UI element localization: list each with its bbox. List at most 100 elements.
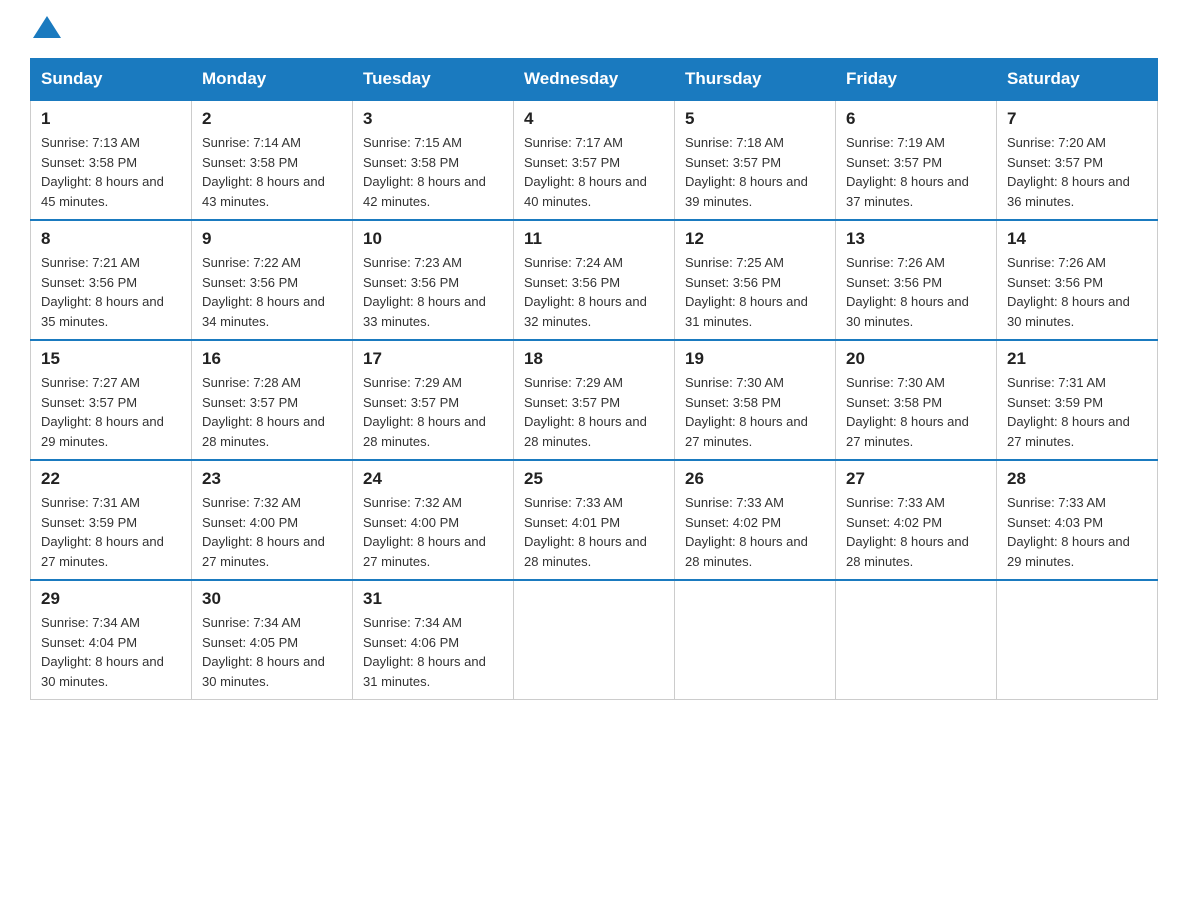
day-number: 25 xyxy=(524,469,664,489)
calendar-cell xyxy=(514,580,675,700)
week-row-3: 15 Sunrise: 7:27 AMSunset: 3:57 PMDaylig… xyxy=(31,340,1158,460)
day-info: Sunrise: 7:14 AMSunset: 3:58 PMDaylight:… xyxy=(202,135,325,209)
logo-blue-part xyxy=(30,20,63,38)
day-info: Sunrise: 7:26 AMSunset: 3:56 PMDaylight:… xyxy=(1007,255,1130,329)
day-info: Sunrise: 7:19 AMSunset: 3:57 PMDaylight:… xyxy=(846,135,969,209)
day-number: 21 xyxy=(1007,349,1147,369)
day-info: Sunrise: 7:30 AMSunset: 3:58 PMDaylight:… xyxy=(685,375,808,449)
calendar-cell: 11 Sunrise: 7:24 AMSunset: 3:56 PMDaylig… xyxy=(514,220,675,340)
calendar-cell: 15 Sunrise: 7:27 AMSunset: 3:57 PMDaylig… xyxy=(31,340,192,460)
day-info: Sunrise: 7:32 AMSunset: 4:00 PMDaylight:… xyxy=(202,495,325,569)
calendar-cell: 28 Sunrise: 7:33 AMSunset: 4:03 PMDaylig… xyxy=(997,460,1158,580)
day-info: Sunrise: 7:28 AMSunset: 3:57 PMDaylight:… xyxy=(202,375,325,449)
day-number: 2 xyxy=(202,109,342,129)
day-info: Sunrise: 7:18 AMSunset: 3:57 PMDaylight:… xyxy=(685,135,808,209)
calendar-cell: 21 Sunrise: 7:31 AMSunset: 3:59 PMDaylig… xyxy=(997,340,1158,460)
weekday-header-sunday: Sunday xyxy=(31,59,192,101)
day-info: Sunrise: 7:17 AMSunset: 3:57 PMDaylight:… xyxy=(524,135,647,209)
day-info: Sunrise: 7:15 AMSunset: 3:58 PMDaylight:… xyxy=(363,135,486,209)
day-info: Sunrise: 7:29 AMSunset: 3:57 PMDaylight:… xyxy=(524,375,647,449)
day-info: Sunrise: 7:31 AMSunset: 3:59 PMDaylight:… xyxy=(41,495,164,569)
day-number: 24 xyxy=(363,469,503,489)
page-header xyxy=(30,20,1158,38)
day-number: 9 xyxy=(202,229,342,249)
calendar-cell: 4 Sunrise: 7:17 AMSunset: 3:57 PMDayligh… xyxy=(514,100,675,220)
day-number: 28 xyxy=(1007,469,1147,489)
day-info: Sunrise: 7:27 AMSunset: 3:57 PMDaylight:… xyxy=(41,375,164,449)
day-info: Sunrise: 7:23 AMSunset: 3:56 PMDaylight:… xyxy=(363,255,486,329)
weekday-header-row: SundayMondayTuesdayWednesdayThursdayFrid… xyxy=(31,59,1158,101)
day-info: Sunrise: 7:25 AMSunset: 3:56 PMDaylight:… xyxy=(685,255,808,329)
day-info: Sunrise: 7:26 AMSunset: 3:56 PMDaylight:… xyxy=(846,255,969,329)
calendar-cell: 16 Sunrise: 7:28 AMSunset: 3:57 PMDaylig… xyxy=(192,340,353,460)
calendar-cell xyxy=(836,580,997,700)
calendar-cell: 1 Sunrise: 7:13 AMSunset: 3:58 PMDayligh… xyxy=(31,100,192,220)
day-info: Sunrise: 7:32 AMSunset: 4:00 PMDaylight:… xyxy=(363,495,486,569)
logo xyxy=(30,20,63,38)
calendar-cell: 25 Sunrise: 7:33 AMSunset: 4:01 PMDaylig… xyxy=(514,460,675,580)
day-info: Sunrise: 7:31 AMSunset: 3:59 PMDaylight:… xyxy=(1007,375,1130,449)
day-number: 6 xyxy=(846,109,986,129)
day-number: 12 xyxy=(685,229,825,249)
day-info: Sunrise: 7:34 AMSunset: 4:06 PMDaylight:… xyxy=(363,615,486,689)
day-number: 16 xyxy=(202,349,342,369)
day-number: 11 xyxy=(524,229,664,249)
day-info: Sunrise: 7:24 AMSunset: 3:56 PMDaylight:… xyxy=(524,255,647,329)
day-number: 17 xyxy=(363,349,503,369)
week-row-1: 1 Sunrise: 7:13 AMSunset: 3:58 PMDayligh… xyxy=(31,100,1158,220)
day-number: 4 xyxy=(524,109,664,129)
day-info: Sunrise: 7:33 AMSunset: 4:02 PMDaylight:… xyxy=(846,495,969,569)
weekday-header-monday: Monday xyxy=(192,59,353,101)
day-number: 22 xyxy=(41,469,181,489)
day-number: 27 xyxy=(846,469,986,489)
day-info: Sunrise: 7:21 AMSunset: 3:56 PMDaylight:… xyxy=(41,255,164,329)
calendar-cell: 18 Sunrise: 7:29 AMSunset: 3:57 PMDaylig… xyxy=(514,340,675,460)
day-number: 14 xyxy=(1007,229,1147,249)
calendar-cell xyxy=(675,580,836,700)
calendar-cell: 3 Sunrise: 7:15 AMSunset: 3:58 PMDayligh… xyxy=(353,100,514,220)
calendar-cell: 19 Sunrise: 7:30 AMSunset: 3:58 PMDaylig… xyxy=(675,340,836,460)
day-info: Sunrise: 7:30 AMSunset: 3:58 PMDaylight:… xyxy=(846,375,969,449)
calendar-cell: 12 Sunrise: 7:25 AMSunset: 3:56 PMDaylig… xyxy=(675,220,836,340)
day-info: Sunrise: 7:34 AMSunset: 4:04 PMDaylight:… xyxy=(41,615,164,689)
day-number: 29 xyxy=(41,589,181,609)
calendar-cell: 30 Sunrise: 7:34 AMSunset: 4:05 PMDaylig… xyxy=(192,580,353,700)
day-number: 31 xyxy=(363,589,503,609)
week-row-2: 8 Sunrise: 7:21 AMSunset: 3:56 PMDayligh… xyxy=(31,220,1158,340)
day-number: 26 xyxy=(685,469,825,489)
calendar-cell: 2 Sunrise: 7:14 AMSunset: 3:58 PMDayligh… xyxy=(192,100,353,220)
weekday-header-tuesday: Tuesday xyxy=(353,59,514,101)
calendar-cell: 13 Sunrise: 7:26 AMSunset: 3:56 PMDaylig… xyxy=(836,220,997,340)
day-info: Sunrise: 7:20 AMSunset: 3:57 PMDaylight:… xyxy=(1007,135,1130,209)
day-info: Sunrise: 7:33 AMSunset: 4:01 PMDaylight:… xyxy=(524,495,647,569)
day-number: 23 xyxy=(202,469,342,489)
calendar-cell: 20 Sunrise: 7:30 AMSunset: 3:58 PMDaylig… xyxy=(836,340,997,460)
calendar-table: SundayMondayTuesdayWednesdayThursdayFrid… xyxy=(30,58,1158,700)
weekday-header-friday: Friday xyxy=(836,59,997,101)
calendar-cell: 7 Sunrise: 7:20 AMSunset: 3:57 PMDayligh… xyxy=(997,100,1158,220)
week-row-5: 29 Sunrise: 7:34 AMSunset: 4:04 PMDaylig… xyxy=(31,580,1158,700)
day-number: 18 xyxy=(524,349,664,369)
day-number: 10 xyxy=(363,229,503,249)
calendar-cell: 9 Sunrise: 7:22 AMSunset: 3:56 PMDayligh… xyxy=(192,220,353,340)
weekday-header-wednesday: Wednesday xyxy=(514,59,675,101)
calendar-cell: 31 Sunrise: 7:34 AMSunset: 4:06 PMDaylig… xyxy=(353,580,514,700)
day-info: Sunrise: 7:29 AMSunset: 3:57 PMDaylight:… xyxy=(363,375,486,449)
calendar-cell: 26 Sunrise: 7:33 AMSunset: 4:02 PMDaylig… xyxy=(675,460,836,580)
day-info: Sunrise: 7:34 AMSunset: 4:05 PMDaylight:… xyxy=(202,615,325,689)
day-info: Sunrise: 7:22 AMSunset: 3:56 PMDaylight:… xyxy=(202,255,325,329)
calendar-cell: 29 Sunrise: 7:34 AMSunset: 4:04 PMDaylig… xyxy=(31,580,192,700)
day-number: 1 xyxy=(41,109,181,129)
day-number: 19 xyxy=(685,349,825,369)
weekday-header-saturday: Saturday xyxy=(997,59,1158,101)
calendar-cell: 5 Sunrise: 7:18 AMSunset: 3:57 PMDayligh… xyxy=(675,100,836,220)
day-number: 8 xyxy=(41,229,181,249)
calendar-cell: 17 Sunrise: 7:29 AMSunset: 3:57 PMDaylig… xyxy=(353,340,514,460)
calendar-cell: 24 Sunrise: 7:32 AMSunset: 4:00 PMDaylig… xyxy=(353,460,514,580)
calendar-cell: 6 Sunrise: 7:19 AMSunset: 3:57 PMDayligh… xyxy=(836,100,997,220)
day-number: 20 xyxy=(846,349,986,369)
calendar-cell: 14 Sunrise: 7:26 AMSunset: 3:56 PMDaylig… xyxy=(997,220,1158,340)
weekday-header-thursday: Thursday xyxy=(675,59,836,101)
calendar-cell: 8 Sunrise: 7:21 AMSunset: 3:56 PMDayligh… xyxy=(31,220,192,340)
day-number: 5 xyxy=(685,109,825,129)
